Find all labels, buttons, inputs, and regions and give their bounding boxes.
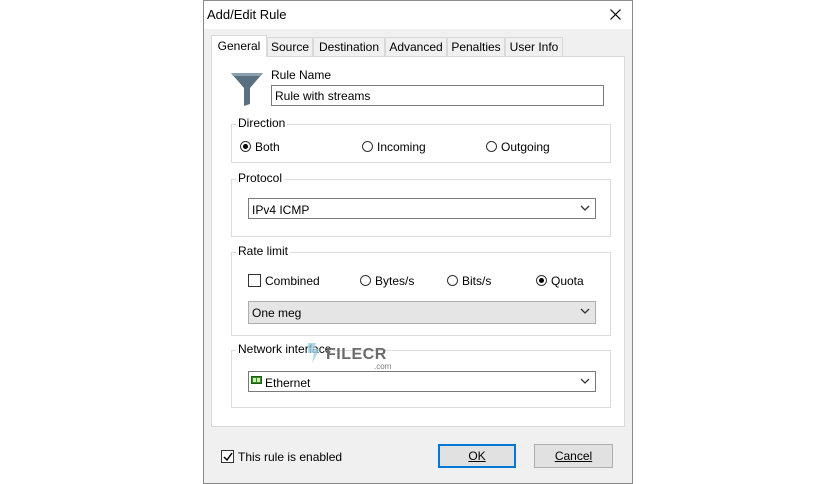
- bytes-per-second-label: Bytes/s: [375, 274, 415, 288]
- radio-selected-dot: [539, 278, 544, 283]
- protocol-value: IPv4 ICMP: [252, 203, 310, 217]
- rule-name-input[interactable]: [271, 85, 604, 106]
- protocol-group: Protocol IPv4 ICMP: [231, 171, 611, 237]
- quota-select[interactable]: One meg: [248, 301, 596, 324]
- chevron-down-icon: [580, 308, 590, 314]
- rule-enabled-label: This rule is enabled: [238, 450, 343, 464]
- quota-value: One meg: [252, 306, 302, 320]
- cancel-button[interactable]: Cancel: [534, 444, 613, 468]
- tab-user-info[interactable]: User Info: [505, 37, 563, 56]
- direction-label: Direction: [236, 116, 288, 130]
- add-edit-rule-dialog: Add/Edit Rule General Source Destination…: [203, 0, 633, 484]
- protocol-label: Protocol: [236, 171, 285, 185]
- close-button[interactable]: [604, 3, 628, 27]
- network-adapter-icon: [251, 376, 262, 384]
- network-interface-label: Network interface: [236, 342, 334, 356]
- cancel-button-label: Cancel: [554, 449, 593, 463]
- rate-limit-group: Rate limit Combined Bytes/s Bits/s Quota…: [231, 244, 611, 336]
- ok-button-label: OK: [468, 449, 486, 463]
- chevron-down-icon: [580, 378, 590, 384]
- ok-button[interactable]: OK: [438, 444, 516, 468]
- rate-limit-label: Rate limit: [236, 244, 291, 258]
- tab-general[interactable]: General: [211, 35, 267, 57]
- chevron-down-icon: [580, 205, 590, 211]
- direction-outgoing-label: Outgoing: [501, 140, 550, 154]
- general-tab-panel: Rule Name Direction Both Incoming Outgoi…: [211, 56, 625, 427]
- protocol-select[interactable]: IPv4 ICMP: [248, 198, 596, 219]
- network-interface-group: Network interface Ethernet: [231, 342, 611, 408]
- tab-penalties[interactable]: Penalties: [447, 37, 505, 56]
- filter-funnel-icon: [231, 73, 263, 106]
- direction-both-label: Both: [255, 140, 280, 154]
- quota-label: Quota: [551, 274, 584, 288]
- title-bar: Add/Edit Rule: [204, 1, 632, 29]
- tab-source[interactable]: Source: [267, 37, 313, 56]
- direction-group: Direction Both Incoming Outgoing: [231, 116, 611, 163]
- bits-per-second-label: Bits/s: [462, 274, 492, 288]
- direction-incoming-label: Incoming: [377, 140, 426, 154]
- checkmark-icon: [223, 452, 233, 462]
- combined-label: Combined: [265, 274, 320, 288]
- rule-name-label: Rule Name: [271, 68, 332, 82]
- network-interface-value: Ethernet: [265, 376, 311, 390]
- tab-destination[interactable]: Destination: [313, 37, 385, 56]
- radio-selected-dot: [243, 144, 248, 149]
- network-interface-select[interactable]: Ethernet: [248, 371, 596, 392]
- tab-advanced[interactable]: Advanced: [385, 37, 447, 56]
- window-title: Add/Edit Rule: [207, 7, 287, 22]
- close-icon: [610, 9, 621, 20]
